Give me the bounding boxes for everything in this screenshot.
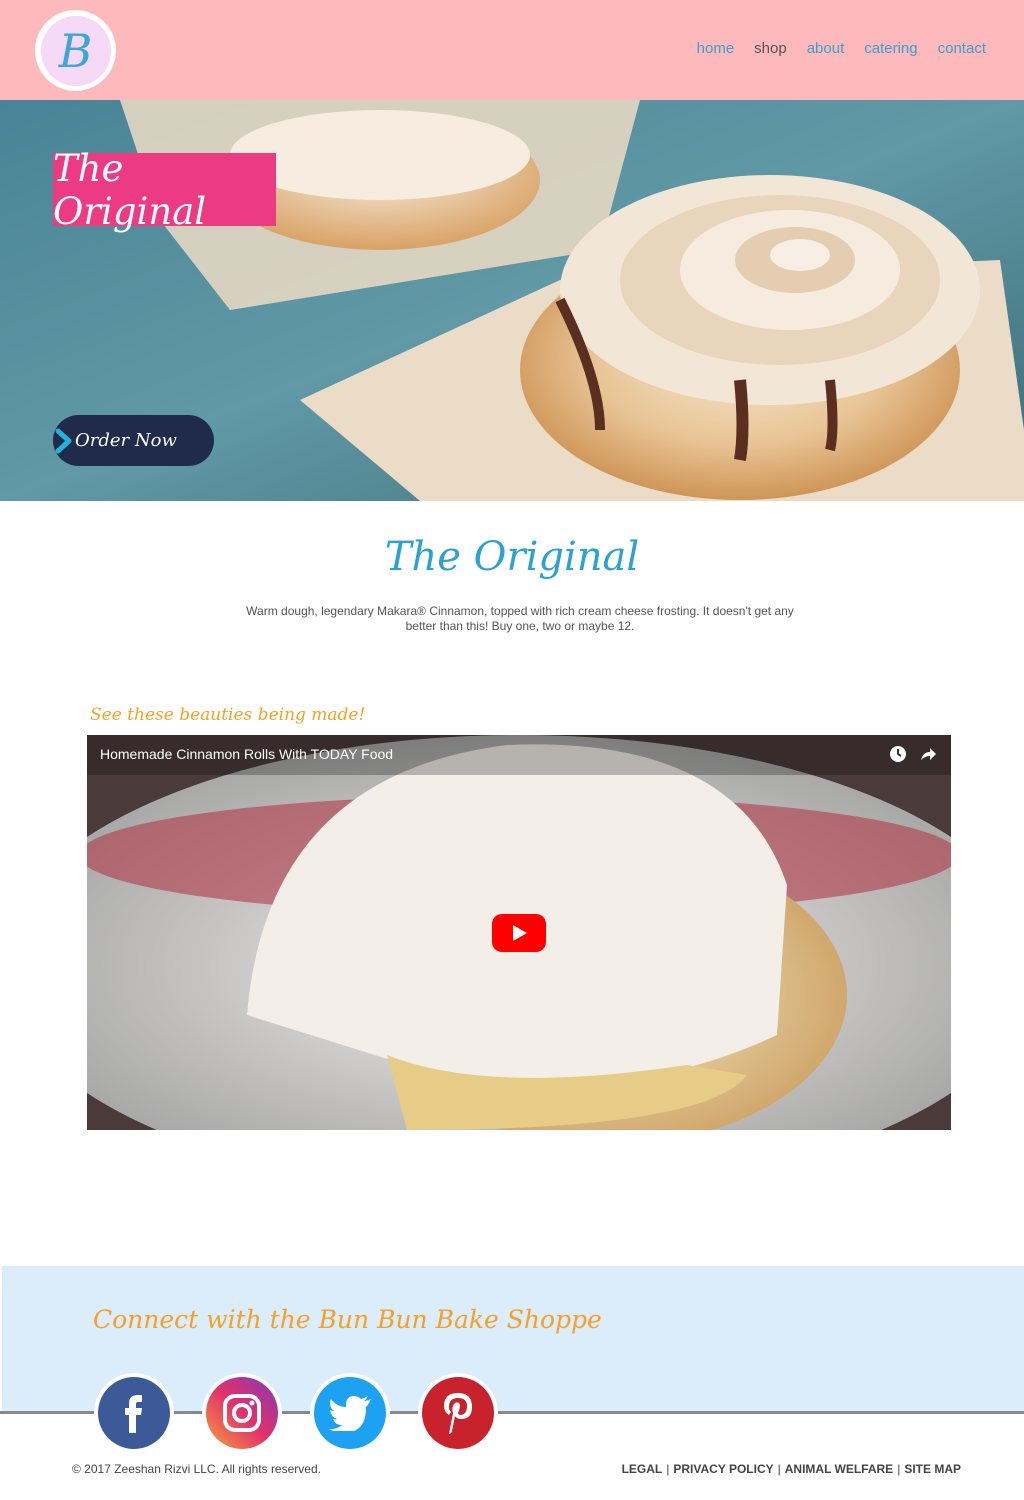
- nav-contact[interactable]: contact: [938, 40, 986, 57]
- video-title: Homemade Cinnamon Rolls With TODAY Food: [100, 746, 394, 762]
- video-player[interactable]: Homemade Cinnamon Rolls With TODAY Food: [87, 735, 951, 1130]
- legal-link[interactable]: LEGAL: [622, 1462, 663, 1476]
- copyright-text: © 2017 Zeeshan Rizvi LLC. All rights res…: [72, 1462, 321, 1476]
- nav-shop[interactable]: shop: [754, 40, 787, 57]
- video-caption: See these beauties being made!: [90, 705, 366, 725]
- footer-title: Connect with the Bun Bun Bake Shoppe: [93, 1305, 602, 1334]
- logo-letter: B: [40, 15, 111, 86]
- watch-later-icon[interactable]: [889, 745, 907, 763]
- site-header: B home shop about catering contact: [0, 0, 1024, 100]
- legal-links: LEGAL | PRIVACY POLICY | ANIMAL WELFARE | SITE…: [621, 1462, 961, 1476]
- pinterest-icon: [422, 1377, 494, 1449]
- logo[interactable]: B: [35, 10, 116, 91]
- twitter-link[interactable]: [310, 1373, 390, 1453]
- hero-banner: The Original Order Now: [0, 100, 1024, 501]
- nav-home[interactable]: home: [697, 40, 735, 57]
- product-title: The Original: [384, 534, 640, 580]
- play-icon: [513, 925, 527, 941]
- share-icon[interactable]: [919, 745, 937, 763]
- hero-title: The Original: [53, 147, 276, 233]
- main-nav: home shop about catering contact: [697, 40, 986, 57]
- twitter-icon: [314, 1377, 386, 1449]
- nav-catering[interactable]: catering: [864, 40, 917, 57]
- facebook-icon: [98, 1377, 170, 1449]
- privacy-policy-link[interactable]: PRIVACY POLICY: [673, 1462, 773, 1476]
- order-now-button[interactable]: Order Now: [53, 415, 214, 466]
- play-button[interactable]: [492, 914, 546, 952]
- chevron-right-icon: [55, 428, 72, 454]
- nav-about[interactable]: about: [807, 40, 845, 57]
- video-actions: [889, 745, 937, 763]
- order-now-label: Order Now: [75, 430, 177, 451]
- site-map-link[interactable]: SITE MAP: [904, 1462, 961, 1476]
- instagram-icon: [206, 1377, 278, 1449]
- facebook-link[interactable]: [94, 1373, 174, 1453]
- instagram-link[interactable]: [202, 1373, 282, 1453]
- product-description: Warm dough, legendary Makara® Cinnamon, …: [246, 604, 794, 633]
- animal-welfare-link[interactable]: ANIMAL WELFARE: [785, 1462, 893, 1476]
- pinterest-link[interactable]: [418, 1373, 498, 1453]
